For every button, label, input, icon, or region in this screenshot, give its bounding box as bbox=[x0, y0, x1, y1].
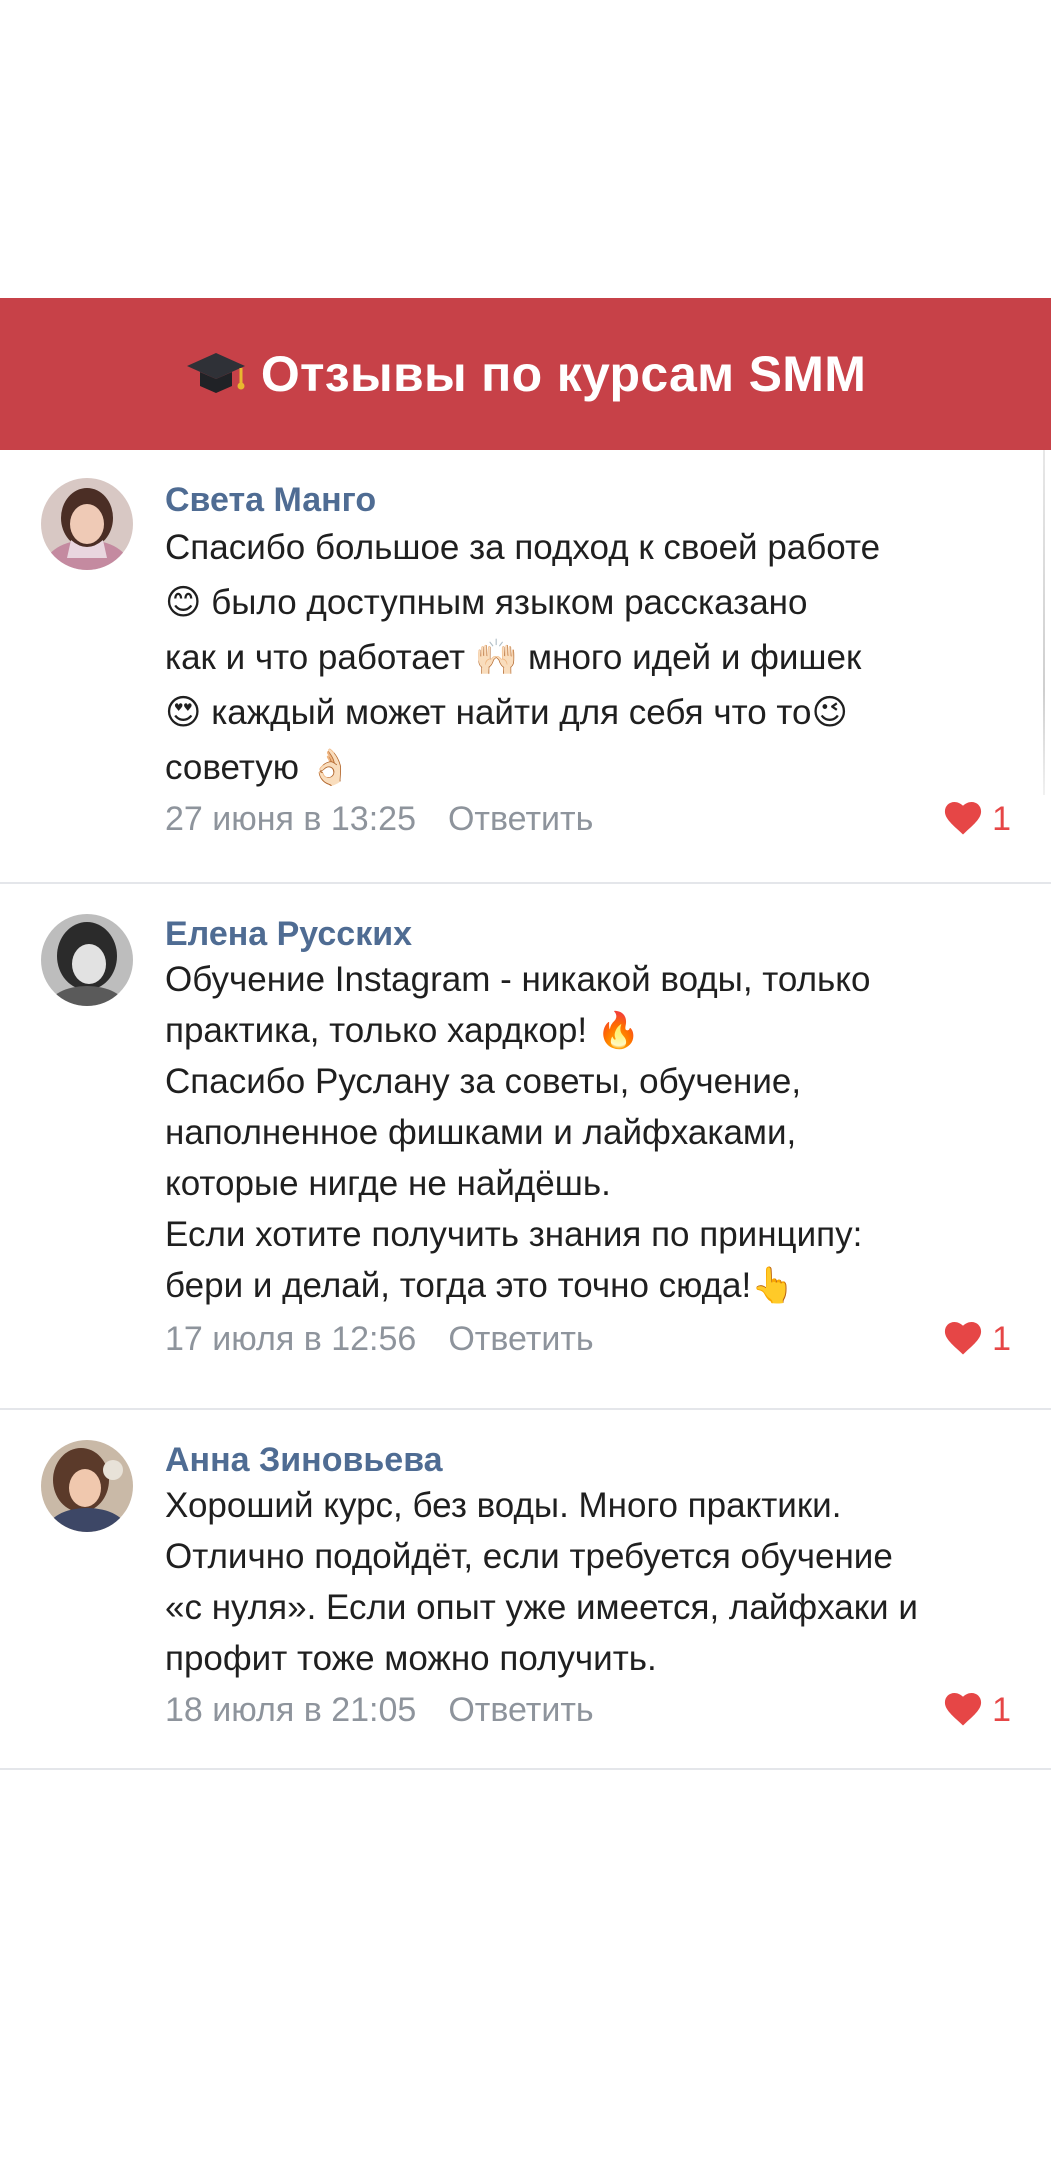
comment-text: Обучение Instagram - никакой воды, тольк… bbox=[165, 960, 871, 1305]
comment-text: Хороший курс, без воды. Много практики. … bbox=[165, 1486, 918, 1678]
graduation-cap-icon bbox=[185, 343, 247, 405]
reviews-screen: Отзывы по курсам SMM Света Манго Спасибо… bbox=[0, 0, 1051, 2160]
avatar[interactable] bbox=[41, 914, 133, 1006]
heart-icon bbox=[944, 1693, 982, 1727]
comment-author[interactable]: Анна Зиновьева bbox=[165, 1440, 1011, 1480]
comment-item: Елена Русских Обучение Instagram - никак… bbox=[0, 884, 1051, 1410]
comment-text: Спасибо большое за подход к своей работе… bbox=[165, 528, 881, 787]
comment-item: Света Манго Спасибо большое за подход к … bbox=[0, 450, 1051, 884]
comment-author[interactable]: Елена Русских bbox=[165, 914, 1011, 954]
comment-meta: 17 июля в 12:56 Ответить 1 bbox=[165, 1315, 1011, 1363]
comment-meta: 18 июля в 21:05 Ответить 1 bbox=[165, 1686, 1011, 1734]
comment-meta: 27 июня в 13:25 Ответить 1 bbox=[165, 795, 1011, 843]
comment-date[interactable]: 18 июля в 21:05 bbox=[165, 1691, 416, 1730]
comment-item: Анна Зиновьева Хороший курс, без воды. М… bbox=[0, 1410, 1051, 1770]
reply-button[interactable]: Ответить bbox=[448, 800, 593, 839]
reply-button[interactable]: Ответить bbox=[448, 1691, 593, 1730]
comment-content: Анна Зиновьева Хороший курс, без воды. М… bbox=[165, 1440, 1011, 1734]
reply-button[interactable]: Ответить bbox=[448, 1320, 593, 1359]
comment-content: Елена Русских Обучение Instagram - никак… bbox=[165, 914, 1011, 1363]
reviews-banner: Отзывы по курсам SMM bbox=[0, 298, 1051, 450]
like-button[interactable]: 1 bbox=[944, 1691, 1011, 1730]
banner-title: Отзывы по курсам SMM bbox=[260, 346, 867, 402]
like-button[interactable]: 1 bbox=[944, 1320, 1011, 1359]
like-button[interactable]: 1 bbox=[944, 800, 1011, 839]
like-count: 1 bbox=[992, 1690, 1011, 1729]
comment-author[interactable]: Света Манго bbox=[165, 480, 1011, 520]
comment-date[interactable]: 27 июня в 13:25 bbox=[165, 800, 416, 839]
like-count: 1 bbox=[992, 799, 1011, 838]
avatar[interactable] bbox=[41, 478, 133, 570]
like-count: 1 bbox=[992, 1319, 1011, 1358]
avatar[interactable] bbox=[41, 1440, 133, 1532]
comment-content: Света Манго Спасибо большое за подход к … bbox=[165, 480, 1011, 843]
banner-inner: Отзывы по курсам SMM bbox=[185, 343, 866, 405]
comment-date[interactable]: 17 июля в 12:56 bbox=[165, 1320, 416, 1359]
heart-icon bbox=[944, 802, 982, 836]
heart-icon bbox=[944, 1322, 982, 1356]
